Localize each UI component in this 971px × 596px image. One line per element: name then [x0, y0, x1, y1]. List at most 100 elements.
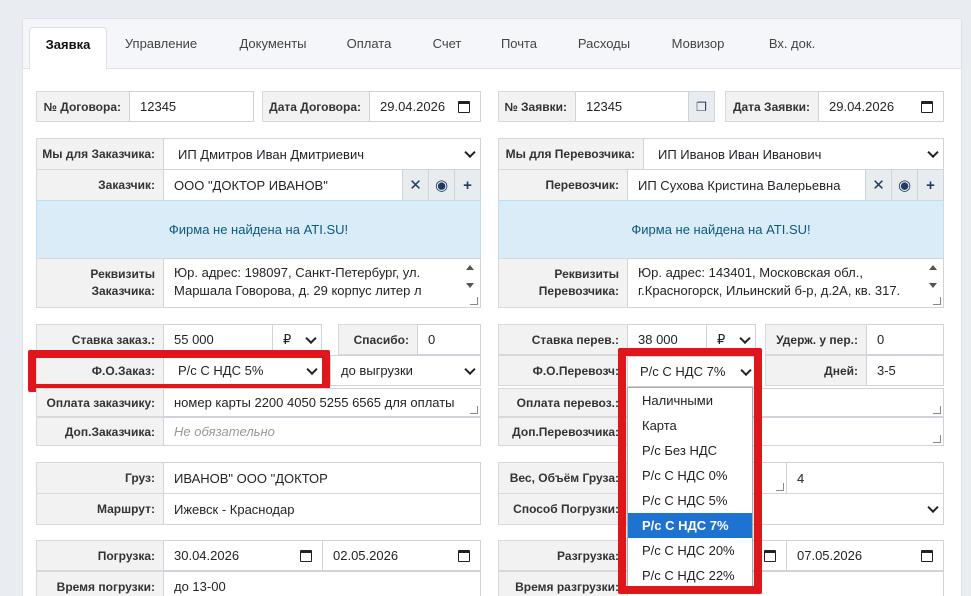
order-no-value: 12345 — [586, 99, 623, 114]
days-label: Дней: — [765, 355, 867, 386]
contract-date-input[interactable]: 29.04.2026 — [369, 91, 481, 122]
chevron-down-icon — [464, 363, 476, 375]
payment-term-value: до выгрузки — [341, 363, 413, 378]
carrier-payment-label: Оплата перевоз.: — [498, 388, 628, 417]
requisites-line2: г.Красногорск, Ильинский б-р, д.2А, кв. … — [638, 283, 901, 298]
highlight-box-customer-payment — [28, 350, 330, 392]
withheld-input[interactable]: 0 — [866, 324, 944, 355]
we-for-customer-select[interactable]: ИП Дмитров Иван Дмитриевич — [163, 138, 481, 170]
requisites-label-line2: Заказчика: — [91, 284, 155, 298]
order-date-value: 29.04.2026 — [829, 99, 895, 114]
calendar-icon[interactable] — [300, 549, 312, 562]
currency-value: ₽ — [283, 331, 292, 347]
scroll-up-icon[interactable] — [929, 265, 937, 270]
ati-not-found-notice: Фирма не найдена на ATI.SU! — [36, 200, 481, 259]
highlight-box-carrier-payment — [618, 348, 762, 594]
carrier-requisites-textarea[interactable]: Юр. адрес: 143401, Московская обл., г.Кра… — [627, 258, 944, 308]
loading-to-input[interactable]: 02.05.2026 — [322, 540, 481, 571]
customer-input[interactable]: ООО "ДОКТОР ИВАНОВ" ✕ ◉ + — [163, 169, 481, 201]
customer-requisites-textarea[interactable]: Юр. адрес: 198097, Санкт-Петербург, ул. М… — [163, 258, 481, 308]
unloading-label: Разгрузка: — [498, 540, 628, 571]
add-icon[interactable]: + — [454, 170, 480, 200]
contract-date-value: 29.04.2026 — [380, 99, 446, 114]
weight-volume-label: Вес, Объём Груза: — [498, 462, 628, 494]
resize-handle-icon[interactable] — [933, 297, 941, 305]
carrier-label: Перевозчик: — [498, 169, 628, 201]
thanks-label: Спасибо: — [338, 324, 418, 355]
requisites-line2: Маршала Говорова, д. 29 корпус литер л — [174, 283, 422, 298]
tab-expenses[interactable]: Расходы — [571, 31, 637, 69]
cargo-input[interactable]: ИВАНОВ" ООО "ДОКТОР — [163, 462, 481, 494]
tab-incoming-docs[interactable]: Вх. док. — [759, 31, 825, 69]
payment-term-select[interactable]: до выгрузки — [330, 355, 481, 386]
route-label: Маршрут: — [36, 493, 164, 525]
tab-order[interactable]: Заявка — [29, 27, 107, 70]
calendar-icon[interactable] — [921, 100, 933, 113]
carrier-value: ИП Сухова Кристина Валерьевна — [638, 177, 841, 193]
resize-handle-icon[interactable] — [933, 435, 941, 443]
tab-management[interactable]: Управление — [117, 31, 205, 69]
customer-value: ООО "ДОКТОР ИВАНОВ" — [174, 177, 328, 193]
contract-no-input[interactable]: 12345 — [129, 91, 254, 122]
tab-payment[interactable]: Оплата — [339, 31, 399, 69]
requisites-line1: Юр. адрес: 198097, Санкт-Петербург, ул. — [174, 265, 421, 280]
chevron-down-icon — [927, 501, 939, 514]
customer-payment-label: Оплата заказчику: — [36, 388, 164, 417]
clear-icon[interactable]: ✕ — [402, 170, 428, 200]
carrier-rate-label: Ставка перев.: — [498, 324, 628, 355]
loading-from-value: 30.04.2026 — [174, 548, 240, 563]
customer-requisites-label: Реквизиты Заказчика: — [36, 258, 164, 308]
we-for-carrier-select[interactable]: ИП Иванов Иван Иванович — [643, 138, 944, 170]
calendar-icon[interactable] — [764, 549, 776, 562]
carrier-input[interactable]: ИП Сухова Кристина Валерьевна ✕ ◉ + — [627, 169, 944, 201]
add-icon[interactable]: + — [917, 170, 943, 200]
loading-time-input[interactable]: до 13-00 — [163, 571, 481, 596]
eye-icon[interactable]: ◉ — [428, 170, 454, 200]
scroll-down-icon[interactable] — [466, 283, 474, 288]
calendar-icon[interactable] — [458, 549, 470, 562]
unloading-time-label: Время разгрузки: — [498, 571, 628, 596]
days-input[interactable]: 3-5 — [866, 355, 944, 386]
eye-icon[interactable]: ◉ — [891, 170, 917, 200]
calendar-icon[interactable] — [458, 100, 470, 113]
customer-payment-value: номер карты 2200 4050 5255 6565 для опла… — [174, 395, 455, 410]
loading-method-label: Способ Погрузки: — [498, 493, 628, 525]
we-for-carrier-label: Мы для Перевозчика: — [498, 138, 644, 170]
order-no-label: № Заявки: — [498, 91, 576, 122]
resize-handle-icon[interactable] — [470, 406, 478, 414]
customer-payment-textarea[interactable]: номер карты 2200 4050 5255 6565 для опла… — [163, 388, 481, 417]
loading-from-input[interactable]: 30.04.2026 — [163, 540, 323, 571]
loading-time-label: Время погрузки: — [36, 571, 164, 596]
thanks-input[interactable]: 0 — [417, 324, 481, 355]
tab-mail[interactable]: Почта — [493, 31, 545, 69]
resize-handle-icon[interactable] — [470, 297, 478, 305]
clear-icon[interactable]: ✕ — [865, 170, 891, 200]
requisites-label-line1: Реквизиты — [554, 267, 619, 281]
tab-movizor[interactable]: Мовизор — [663, 31, 733, 69]
requisites-label-line2: Перевозчика: — [538, 284, 619, 298]
copy-icon[interactable]: ❐ — [688, 92, 714, 121]
scroll-down-icon[interactable] — [929, 283, 937, 288]
extra-customer-input[interactable]: Не обязательно — [163, 417, 481, 446]
withheld-label: Удерж. у пер.: — [765, 324, 867, 355]
tab-documents[interactable]: Документы — [229, 31, 317, 69]
unloading-to-input[interactable]: 07.05.2026 — [786, 540, 944, 571]
calendar-icon[interactable] — [921, 549, 933, 562]
tab-invoice[interactable]: Счет — [423, 31, 471, 69]
order-date-input[interactable]: 29.04.2026 — [818, 91, 944, 122]
volume-input[interactable]: 4 — [786, 462, 944, 494]
order-no-input[interactable]: 12345 ❐ — [575, 91, 715, 122]
we-for-customer-label: Мы для Заказчика: — [36, 138, 164, 170]
loading-label: Погрузка: — [36, 540, 164, 571]
unloading-to-value: 07.05.2026 — [797, 548, 863, 563]
chevron-down-icon — [464, 146, 476, 159]
resize-handle-icon[interactable] — [933, 406, 941, 414]
customer-label: Заказчик: — [36, 169, 164, 201]
cargo-label: Груз: — [36, 462, 164, 494]
we-for-customer-value: ИП Дмитров Иван Дмитриевич — [178, 146, 364, 162]
tab-bar: Заявка Управление Документы Оплата Счет … — [23, 19, 961, 70]
requisites-line1: Юр. адрес: 143401, Московская обл., — [638, 265, 863, 280]
route-input[interactable]: Ижевск - Краснодар — [163, 493, 481, 525]
resize-handle-icon[interactable] — [776, 483, 784, 491]
scroll-up-icon[interactable] — [466, 265, 474, 270]
